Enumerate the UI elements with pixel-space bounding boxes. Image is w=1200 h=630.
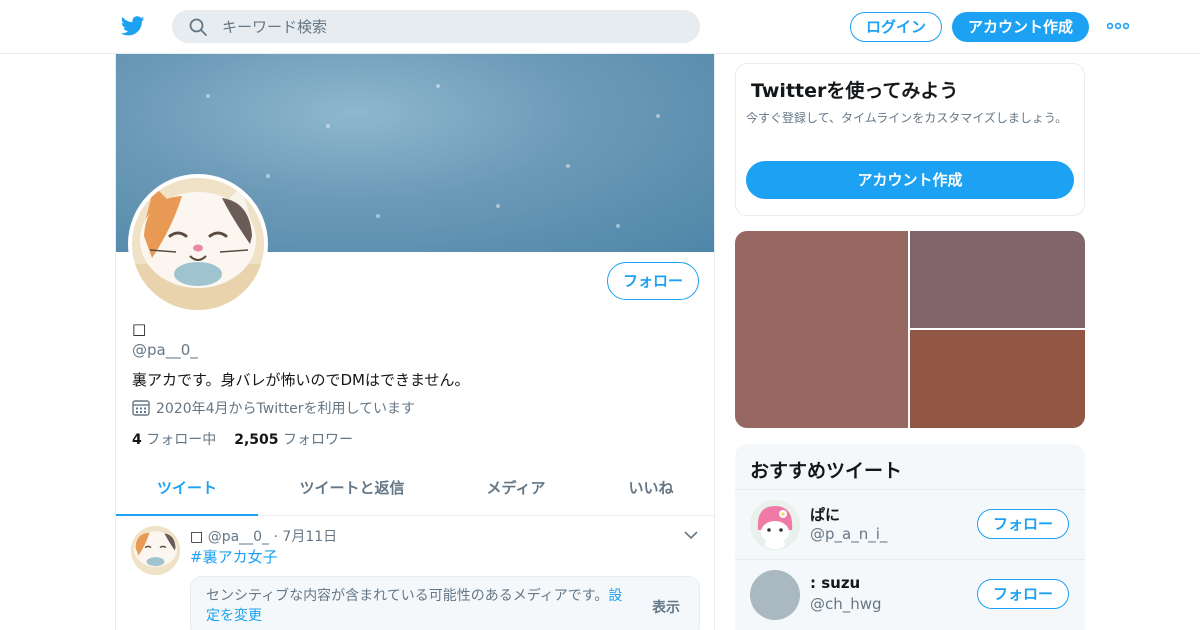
tab-tweets-and-replies[interactable]: ツイートと返信: [278, 466, 426, 516]
media-thumbnail[interactable]: [910, 231, 1085, 328]
screen-name[interactable]: @pa__0_: [132, 341, 198, 359]
followers-count: 2,505: [234, 432, 279, 448]
signup-card-title: Twitterを使ってみよう: [751, 80, 959, 102]
calendar-icon: [132, 400, 150, 416]
media-thumbnail[interactable]: [735, 231, 908, 428]
chevron-down-icon[interactable]: [684, 530, 698, 540]
search-box[interactable]: [172, 10, 700, 43]
user-name[interactable]: : suzu: [810, 574, 860, 592]
top-bar: ログイン アカウント作成: [0, 0, 1200, 54]
cat-avatar-image: [132, 178, 264, 310]
my-melody-avatar-image: [750, 500, 800, 550]
user-name[interactable]: ぱに: [810, 504, 840, 525]
profile-avatar[interactable]: [128, 174, 268, 314]
tweet-hashtag[interactable]: #裏アカ女子: [190, 546, 278, 567]
profile-column: フォロー □ @pa__0_ 裏アカです。身バレが怖いのでDMはできません。 2…: [115, 54, 715, 630]
sensitive-media-notice: センシティブな内容が含まれている可能性のあるメディアです。設定を変更 表示: [190, 576, 700, 630]
tweet-item[interactable]: □ @pa__0_ · 7月11日 #裏アカ女子 センシティブな内容が含まれてい…: [116, 516, 714, 630]
profile-tabs: ツイート ツイートと返信 メディア いいね: [116, 466, 714, 516]
tweet-display-name[interactable]: □: [190, 529, 203, 545]
signup-card-description: 今すぐ登録して、タイムラインをカスタマイズしましょう。: [746, 111, 1068, 125]
search-input[interactable]: [222, 10, 682, 43]
recommended-tweets-card: おすすめツイート ぱに @p_a_n_i_ フォロー : suzu @ch_hw…: [735, 444, 1085, 630]
media-grid: [735, 231, 1085, 428]
tweet-screen-name[interactable]: @pa__0_: [208, 529, 269, 545]
following-count: 4: [132, 432, 142, 448]
tab-media[interactable]: メディア: [466, 466, 566, 516]
followers-label: フォロワー: [282, 432, 353, 448]
signup-card: Twitterを使ってみよう 今すぐ登録して、タイムラインをカスタマイズしましょ…: [735, 63, 1085, 216]
profile-stats: 4 フォロー中 2,505 フォロワー: [132, 429, 353, 449]
following-stat[interactable]: 4 フォロー中: [132, 432, 216, 448]
followers-stat[interactable]: 2,505 フォロワー: [234, 432, 353, 448]
tweet-header: □ @pa__0_ · 7月11日: [190, 526, 337, 546]
login-button[interactable]: ログイン: [850, 12, 942, 42]
search-icon: [189, 18, 207, 36]
user-screen-name[interactable]: @ch_hwg: [810, 595, 882, 613]
display-name: □: [132, 320, 147, 338]
more-dots-icon[interactable]: [1107, 22, 1129, 30]
media-thumbnail[interactable]: [910, 330, 1085, 428]
signup-button[interactable]: アカウント作成: [952, 12, 1089, 42]
follow-button[interactable]: フォロー: [977, 509, 1069, 539]
tweet-avatar[interactable]: [131, 526, 180, 575]
profile-bio: 裏アカです。身バレが怖いのでDMはできません。: [132, 371, 470, 389]
user-screen-name[interactable]: @p_a_n_i_: [810, 525, 887, 543]
joined-date: 2020年4月からTwitterを利用しています: [132, 398, 415, 418]
user-avatar[interactable]: [750, 500, 800, 550]
recommended-user[interactable]: ぱに @p_a_n_i_ フォロー: [735, 489, 1085, 559]
follow-button[interactable]: フォロー: [607, 262, 699, 300]
tweet-date[interactable]: 7月11日: [282, 529, 337, 545]
sensitive-media-text: センシティブな内容が含まれている可能性のあるメディアです。設定を変更: [206, 586, 626, 626]
recommended-tweets-title: おすすめツイート: [750, 460, 903, 482]
twitter-bird-icon[interactable]: [120, 14, 146, 38]
tweet-separator: ·: [273, 529, 278, 545]
tab-tweets[interactable]: ツイート: [116, 466, 258, 516]
cat-avatar-image: [131, 526, 180, 575]
show-media-button[interactable]: 表示: [652, 597, 680, 617]
recommended-user[interactable]: : suzu @ch_hwg フォロー: [735, 559, 1085, 629]
joined-text: 2020年4月からTwitterを利用しています: [156, 401, 416, 417]
signup-card-button[interactable]: アカウント作成: [746, 161, 1074, 199]
follow-button[interactable]: フォロー: [977, 579, 1069, 609]
following-label: フォロー中: [146, 432, 217, 448]
sensitive-warning: センシティブな内容が含まれている可能性のあるメディアです。: [206, 588, 609, 604]
tab-likes[interactable]: いいね: [606, 466, 696, 516]
user-avatar[interactable]: [750, 570, 800, 620]
